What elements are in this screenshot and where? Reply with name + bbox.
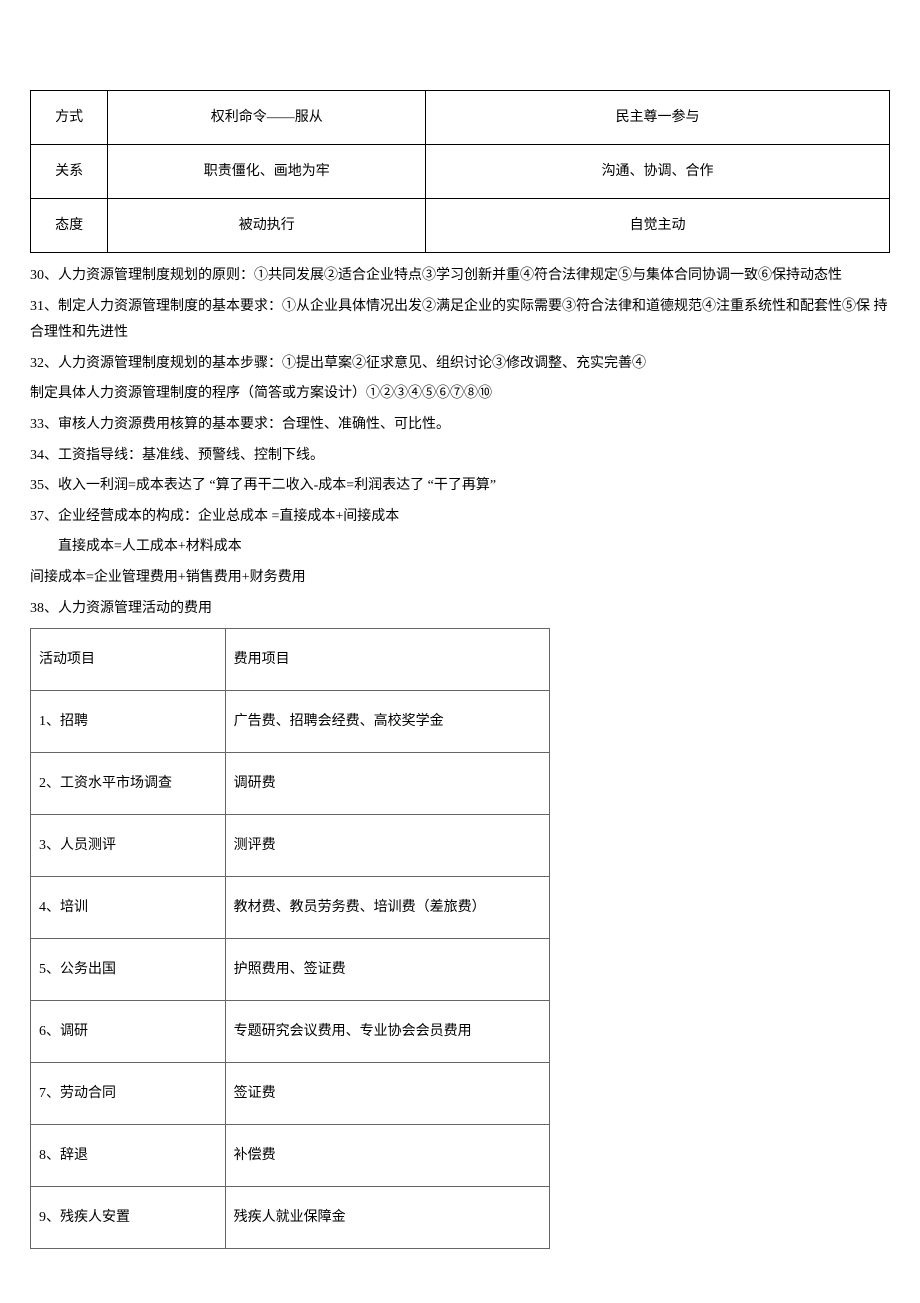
table-row: 9、残疾人安置 残疾人就业保障金: [31, 1187, 550, 1249]
activity-cell: 2、工资水平市场调查: [31, 753, 226, 815]
table-header-row: 活动项目 费用项目: [31, 629, 550, 691]
header-activity: 活动项目: [31, 629, 226, 691]
table-row: 2、工资水平市场调查 调研费: [31, 753, 550, 815]
comparison-table: 方式 权利命令——服从 民主尊一参与 关系 职责僵化、画地为牢 沟通、协调、合作…: [30, 90, 890, 253]
cell-value: 被动执行: [108, 199, 426, 253]
paragraph-34: 34、工资指导线：基准线、预警线、控制下线。: [30, 443, 890, 470]
paragraph-35: 35、收入一利润=成本表达了 “算了再干二收入-成本=利润表达了 “干了再算”: [30, 473, 890, 500]
paragraph-37: 37、企业经营成本的构成：企业总成本 =直接成本+间接成本: [30, 504, 890, 531]
activity-cell: 9、残疾人安置: [31, 1187, 226, 1249]
cell-label: 方式: [31, 91, 108, 145]
table-row: 1、招聘 广告费、招聘会经费、高校奖学金: [31, 691, 550, 753]
cost-cell: 广告费、招聘会经费、高校奖学金: [225, 691, 549, 753]
cell-value: 职责僵化、画地为牢: [108, 145, 426, 199]
cost-cell: 测评费: [225, 815, 549, 877]
activity-cell: 5、公务出国: [31, 939, 226, 1001]
table-row: 关系 职责僵化、画地为牢 沟通、协调、合作: [31, 145, 890, 199]
activity-cell: 7、劳动合同: [31, 1063, 226, 1125]
paragraph-37b: 间接成本=企业管理费用+销售费用+财务费用: [30, 565, 890, 592]
paragraph-31: 31、制定人力资源管理制度的基本要求：①从企业具体情况出发②满足企业的实际需要③…: [30, 294, 890, 347]
paragraph-33: 33、审核人力资源费用核算的基本要求：合理性、准确性、可比性。: [30, 412, 890, 439]
paragraph-32: 32、人力资源管理制度规划的基本步骤：①提出草案②征求意见、组织讨论③修改调整、…: [30, 351, 890, 378]
cell-label: 关系: [31, 145, 108, 199]
cell-label: 态度: [31, 199, 108, 253]
paragraph-38: 38、人力资源管理活动的费用: [30, 596, 890, 623]
paragraph-37a: 直接成本=人工成本+材料成本: [30, 534, 890, 561]
cost-cell: 调研费: [225, 753, 549, 815]
table-row: 5、公务出国 护照费用、签证费: [31, 939, 550, 1001]
table-row: 4、培训 教材费、教员劳务费、培训费（差旅费）: [31, 877, 550, 939]
paragraph-32b: 制定具体人力资源管理制度的程序（简答或方案设计）①②③④⑤⑥⑦⑧⑩: [30, 381, 890, 408]
cost-cell: 签证费: [225, 1063, 549, 1125]
cost-cell: 残疾人就业保障金: [225, 1187, 549, 1249]
cost-cell: 护照费用、签证费: [225, 939, 549, 1001]
activity-cost-table: 活动项目 费用项目 1、招聘 广告费、招聘会经费、高校奖学金 2、工资水平市场调…: [30, 628, 550, 1249]
activity-cell: 4、培训: [31, 877, 226, 939]
cost-cell: 补偿费: [225, 1125, 549, 1187]
table-row: 方式 权利命令——服从 民主尊一参与: [31, 91, 890, 145]
table-row: 8、辞退 补偿费: [31, 1125, 550, 1187]
activity-cell: 8、辞退: [31, 1125, 226, 1187]
table-row: 态度 被动执行 自觉主动: [31, 199, 890, 253]
cost-cell: 教材费、教员劳务费、培训费（差旅费）: [225, 877, 549, 939]
cell-value: 沟通、协调、合作: [426, 145, 890, 199]
activity-cell: 3、人员测评: [31, 815, 226, 877]
table-row: 7、劳动合同 签证费: [31, 1063, 550, 1125]
activity-cell: 6、调研: [31, 1001, 226, 1063]
cost-cell: 专题研究会议费用、专业协会会员费用: [225, 1001, 549, 1063]
cell-value: 民主尊一参与: [426, 91, 890, 145]
table-row: 3、人员测评 测评费: [31, 815, 550, 877]
activity-cell: 1、招聘: [31, 691, 226, 753]
cell-value: 自觉主动: [426, 199, 890, 253]
paragraph-30: 30、人力资源管理制度规划的原则：①共同发展②适合企业特点③学习创新并重④符合法…: [30, 263, 890, 290]
table-row: 6、调研 专题研究会议费用、专业协会会员费用: [31, 1001, 550, 1063]
header-cost: 费用项目: [225, 629, 549, 691]
cell-value: 权利命令——服从: [108, 91, 426, 145]
